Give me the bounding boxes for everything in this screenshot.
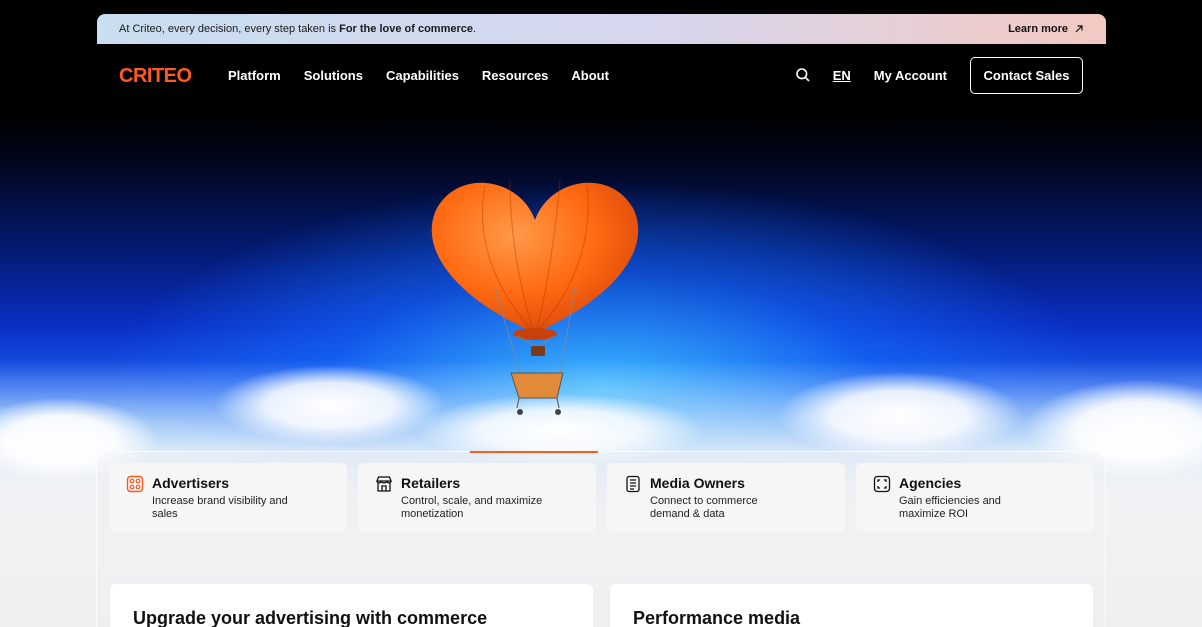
nav-item-capabilities[interactable]: Capabilities <box>386 68 459 83</box>
nav-item-about[interactable]: About <box>571 68 609 83</box>
segment-title: Agencies <box>899 475 962 491</box>
arrow-up-right-icon <box>1075 25 1083 33</box>
document-icon <box>626 475 640 493</box>
segment-title: Advertisers <box>152 475 230 491</box>
target-frame-icon <box>873 475 891 493</box>
primary-menu: Platform Solutions Capabilities Resource… <box>228 68 632 83</box>
section-card-commerce: Upgrade your advertising with commerce <box>110 584 593 627</box>
segment-card-agencies[interactable]: Agencies Gain efficiencies and maximize … <box>856 463 1094 532</box>
heart-balloon-illustration <box>431 179 639 415</box>
segment-card-media-owners[interactable]: Media Owners Connect to commerce demand … <box>607 463 845 532</box>
my-account-link[interactable]: My Account <box>874 68 947 83</box>
segment-description: Increase brand visibility and sales <box>152 495 288 520</box>
segment-description: Gain efficiencies and maximize ROI <box>899 495 1001 520</box>
announcement-text: At Criteo, every decision, every step ta… <box>119 23 340 35</box>
section-heading: Upgrade your advertising with commerce <box>133 608 488 627</box>
nav-item-resources[interactable]: Resources <box>482 68 548 83</box>
announcement-end: . <box>472 23 477 35</box>
segment-description: Control, scale, and maximize monetizatio… <box>401 495 543 520</box>
nav-item-platform[interactable]: Platform <box>228 68 281 83</box>
announcement-bar: At Criteo, every decision, every step ta… <box>97 14 1106 44</box>
announcement-highlight: For the love of commerce <box>339 23 473 35</box>
contact-sales-button[interactable]: Contact Sales <box>970 56 1083 94</box>
carousel-progress-indicator <box>470 451 598 453</box>
grid-icon <box>126 475 144 493</box>
section-heading: Performance media <box>633 608 801 627</box>
segment-description: Connect to commerce demand & data <box>650 495 758 520</box>
main-nav: CRITEO Platform Solutions Capabilities R… <box>97 56 1106 94</box>
criteo-logo[interactable]: CRITEO <box>119 65 205 85</box>
learn-more-label: Learn more <box>1008 23 1068 35</box>
segment-card-advertisers[interactable]: Advertisers Increase brand visibility an… <box>109 463 347 532</box>
nav-actions: EN My Account Contact Sales <box>795 56 1106 94</box>
search-icon[interactable] <box>795 67 811 83</box>
segment-title: Retailers <box>401 475 461 491</box>
segment-card-retailers[interactable]: Retailers Control, scale, and maximize m… <box>358 463 596 532</box>
language-selector[interactable]: EN <box>833 68 851 83</box>
segment-title: Media Owners <box>650 475 745 491</box>
announcement-message: At Criteo, every decision, every step ta… <box>119 23 476 35</box>
learn-more-link[interactable]: Learn more <box>1008 23 1084 35</box>
storefront-icon <box>376 476 392 492</box>
section-card-performance: Performance media <box>610 584 1093 627</box>
nav-item-solutions[interactable]: Solutions <box>304 68 363 83</box>
brand-wordmark: CRITEO <box>119 65 192 85</box>
